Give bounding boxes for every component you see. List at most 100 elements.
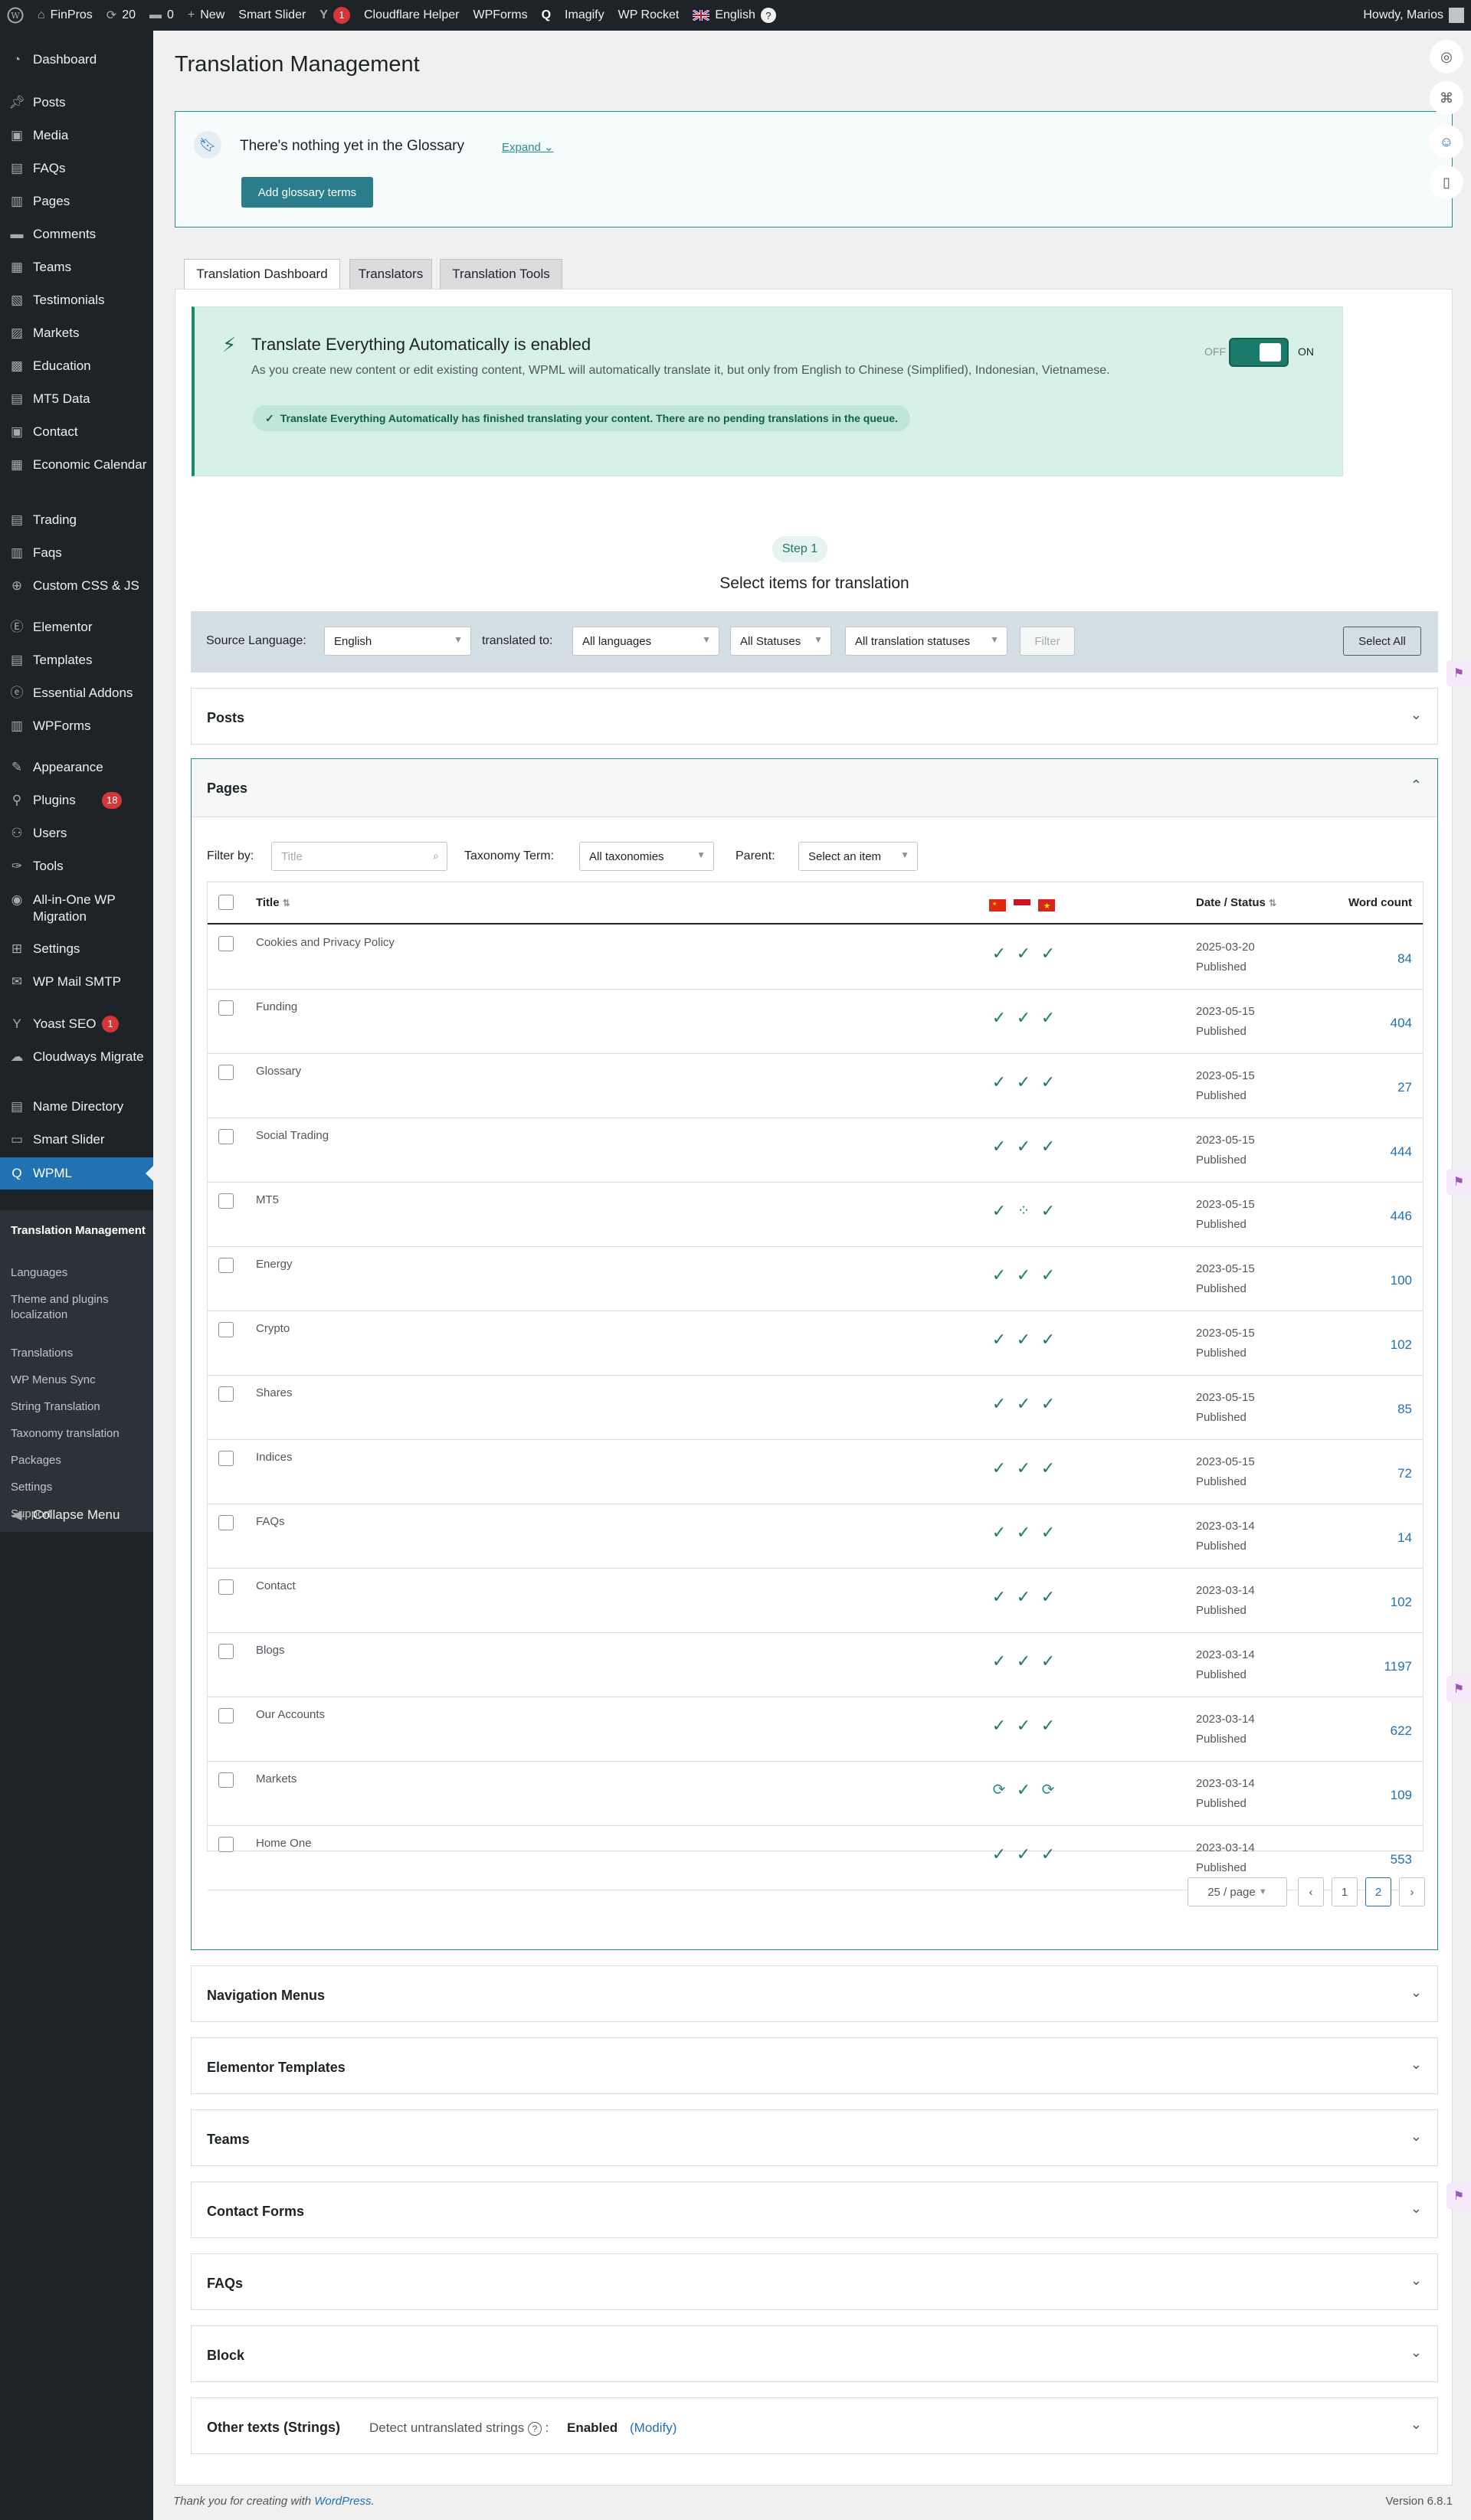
check-icon[interactable]: ✓	[989, 1651, 1009, 1671]
sidebar-item-name-directory[interactable]: ▤ Name Directory	[0, 1098, 153, 1115]
check-icon[interactable]: ✓	[989, 1716, 1009, 1736]
sidebar-item-wpml[interactable]: Q WPML	[0, 1157, 153, 1190]
check-icon[interactable]: ✓	[1038, 1137, 1058, 1157]
check-icon[interactable]: ✓	[989, 1330, 1009, 1350]
rail-settings-icon[interactable]: ◎	[1430, 40, 1463, 74]
smart-slider-link[interactable]: Smart Slider	[231, 0, 313, 31]
row-checkbox[interactable]	[218, 1258, 234, 1273]
sidebar-item-pages[interactable]: ▥ Pages	[0, 193, 153, 210]
check-icon[interactable]: ✓	[1014, 1844, 1034, 1864]
row-word-count[interactable]: 109	[1391, 1788, 1412, 1803]
sidebar-item-appearance[interactable]: ✎ Appearance	[0, 759, 153, 776]
row-word-count[interactable]: 622	[1391, 1723, 1412, 1739]
row-word-count[interactable]: 444	[1391, 1144, 1412, 1160]
section-posts[interactable]: Posts ⌄	[191, 688, 1438, 745]
wordpress-logo-icon[interactable]: W	[0, 0, 31, 31]
check-icon[interactable]: ✓	[1014, 1716, 1034, 1736]
sidebar-item-settings[interactable]: ⊞ Settings	[0, 941, 153, 957]
row-word-count[interactable]: 85	[1397, 1402, 1412, 1417]
check-icon[interactable]: ✓	[1014, 1587, 1034, 1607]
row-word-count[interactable]: 102	[1391, 1595, 1412, 1610]
row-title[interactable]: Shares	[256, 1386, 293, 1399]
section-other-texts-strings[interactable]: Other texts (Strings) Detect untranslate…	[191, 2397, 1438, 2454]
row-title[interactable]: Home One	[256, 1837, 312, 1850]
submenu-settings[interactable]: Settings	[11, 1480, 149, 1495]
submenu-translations[interactable]: Translations	[11, 1346, 149, 1361]
check-icon[interactable]: ✓	[1014, 1265, 1034, 1285]
check-icon[interactable]: ✓	[1038, 1008, 1058, 1028]
row-title[interactable]: Energy	[256, 1258, 293, 1271]
check-icon[interactable]: ✓	[1014, 1523, 1034, 1543]
check-icon[interactable]: ✓	[1014, 1137, 1034, 1157]
spinner-icon[interactable]: ⁘	[1014, 1201, 1034, 1221]
imagify-link[interactable]: Imagify	[558, 0, 611, 31]
translate-edge-icon[interactable]: ⚑	[1446, 1169, 1471, 1195]
sidebar-item-essential-addons[interactable]: ⓔ Essential Addons	[0, 685, 153, 702]
wordpress-link[interactable]: WordPress.	[314, 2495, 374, 2508]
sidebar-item-economic-calendar[interactable]: ▦ Economic Calendar	[0, 457, 153, 473]
check-icon[interactable]: ✓	[1038, 1265, 1058, 1285]
sidebar-item-plugins[interactable]: ⚲ Plugins 18	[0, 792, 153, 809]
check-icon[interactable]: ✓	[989, 1137, 1009, 1157]
yoast-link[interactable]: Y1	[313, 0, 357, 31]
row-word-count[interactable]: 102	[1391, 1337, 1412, 1353]
status-select[interactable]: All Statuses ▼	[730, 627, 831, 656]
section-navigation-menus[interactable]: Navigation Menus ⌄	[191, 1965, 1438, 2022]
site-name-link[interactable]: ⌂ FinPros	[31, 0, 100, 31]
section-elementor-templates[interactable]: Elementor Templates ⌄	[191, 2037, 1438, 2094]
row-checkbox[interactable]	[218, 1708, 234, 1723]
sidebar-item-wp-mail-smtp[interactable]: ✉ WP Mail SMTP	[0, 974, 153, 990]
source-language-select[interactable]: English ▼	[324, 627, 471, 656]
row-word-count[interactable]: 1197	[1384, 1659, 1412, 1674]
new-content-link[interactable]: + New	[181, 0, 231, 31]
sidebar-item-users[interactable]: ⚇ Users	[0, 825, 153, 842]
translate-edge-icon[interactable]: ⚑	[1446, 1676, 1471, 1702]
check-icon[interactable]: ✓	[1038, 1458, 1058, 1478]
row-checkbox[interactable]	[218, 1579, 234, 1595]
sidebar-item-markets[interactable]: ▨ Markets	[0, 325, 153, 342]
row-title[interactable]: Social Trading	[256, 1129, 329, 1142]
sidebar-item-trading[interactable]: ▤ Trading	[0, 512, 153, 529]
title-column-header[interactable]: Title ⇅	[256, 896, 290, 909]
row-title[interactable]: Funding	[256, 1000, 297, 1013]
row-word-count[interactable]: 100	[1391, 1273, 1412, 1288]
check-icon[interactable]: ✓	[1038, 944, 1058, 964]
check-icon[interactable]: ✓	[1038, 1072, 1058, 1092]
rail-book-icon[interactable]: ▯	[1430, 165, 1463, 199]
target-language-select[interactable]: All languages ▼	[572, 627, 719, 656]
sidebar-item-custom-css-js[interactable]: ⊕ Custom CSS & JS	[0, 578, 153, 594]
check-icon[interactable]: ✓	[989, 1844, 1009, 1864]
check-icon[interactable]: ✓	[1014, 1780, 1034, 1800]
wpforms-link[interactable]: WPForms	[466, 0, 534, 31]
check-icon[interactable]: ✓	[1038, 1587, 1058, 1607]
row-checkbox[interactable]	[218, 1837, 234, 1852]
rail-apps-icon[interactable]: ⌘	[1430, 81, 1463, 115]
sync-icon[interactable]: ⟳	[1038, 1780, 1058, 1800]
row-word-count[interactable]: 446	[1391, 1209, 1412, 1224]
sidebar-item-testimonials[interactable]: ▧ Testimonials	[0, 292, 153, 309]
section-teams[interactable]: Teams ⌄	[191, 2109, 1438, 2166]
title-search-input[interactable]: Title ⌕	[271, 842, 447, 871]
section-block[interactable]: Block ⌄	[191, 2325, 1438, 2382]
row-title[interactable]: MT5	[256, 1193, 279, 1206]
check-icon[interactable]: ✓	[1014, 1394, 1034, 1414]
select-all-checkbox[interactable]	[218, 895, 234, 910]
row-title[interactable]: FAQs	[256, 1515, 285, 1528]
row-checkbox[interactable]	[218, 1322, 234, 1337]
submenu-languages[interactable]: Languages	[11, 1265, 149, 1281]
row-checkbox[interactable]	[218, 1386, 234, 1402]
row-title[interactable]: Cookies and Privacy Policy	[256, 936, 395, 949]
row-word-count[interactable]: 553	[1391, 1852, 1412, 1867]
sidebar-item-all-in-one-wp-migration[interactable]: ◉ All-in-One WP Migration	[0, 892, 153, 925]
translate-edge-icon[interactable]: ⚑	[1446, 660, 1471, 686]
submenu-taxonomy-translation[interactable]: Taxonomy translation	[11, 1426, 149, 1442]
row-checkbox[interactable]	[218, 1515, 234, 1530]
sidebar-item-tools[interactable]: ✑ Tools	[0, 858, 153, 875]
row-checkbox[interactable]	[218, 1065, 234, 1080]
taxonomy-select[interactable]: All taxonomies ▼	[579, 842, 714, 871]
sidebar-item-dashboard[interactable]: ◔ Dashboard	[0, 51, 153, 68]
row-word-count[interactable]: 72	[1397, 1466, 1412, 1481]
sidebar-item-smart-slider[interactable]: ▭ Smart Slider	[0, 1131, 153, 1148]
row-checkbox[interactable]	[218, 936, 234, 951]
sidebar-item-yoast-seo[interactable]: Y Yoast SEO 1	[0, 1016, 153, 1033]
